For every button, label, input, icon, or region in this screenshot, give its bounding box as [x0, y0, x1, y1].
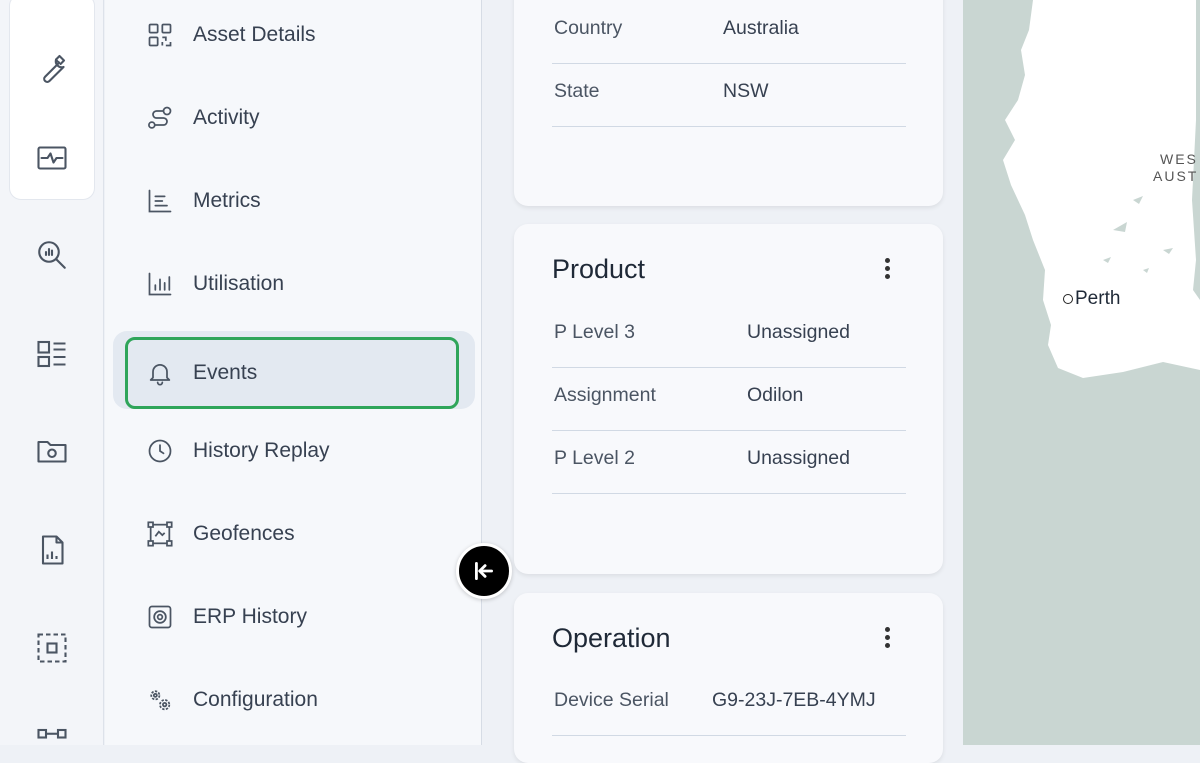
detail-key: Assignment	[554, 384, 656, 406]
operation-card: Operation Device Serial G9-23J-7EB-4YMJ	[514, 593, 943, 763]
nav-item-label: History Replay	[193, 439, 330, 462]
map-view[interactable]: WES AUST Perth	[963, 0, 1200, 745]
detail-key: Country	[554, 17, 623, 39]
nav-item-geofences[interactable]: Geofences	[125, 509, 465, 559]
location-card: Country Australia State NSW	[514, 0, 943, 206]
more-options-icon[interactable]	[877, 258, 897, 284]
detail-row: Country Australia	[552, 1, 906, 64]
icon-rail	[0, 0, 104, 745]
nav-item-label: Utilisation	[193, 272, 285, 295]
nav-item-history-replay[interactable]: History Replay	[125, 426, 465, 476]
nav-item-label: Metrics	[193, 189, 261, 212]
nav-item-activity[interactable]: Activity	[125, 93, 465, 143]
detail-value: Unassigned	[747, 447, 850, 469]
nav-item-metrics[interactable]: Metrics	[125, 176, 465, 226]
nav-item-label: ERP History	[193, 605, 307, 628]
more-options-icon[interactable]	[877, 627, 897, 653]
detail-value: G9-23J-7EB-4YMJ	[712, 689, 876, 711]
geofence-icon	[145, 519, 175, 549]
detail-key: State	[554, 80, 600, 102]
detail-value: Unassigned	[747, 321, 850, 343]
nav-item-erp-history[interactable]: ERP History	[125, 592, 465, 642]
search-analytics-icon[interactable]	[32, 235, 72, 275]
detail-row: State NSW	[552, 64, 906, 127]
clock-icon	[145, 436, 175, 466]
list-chart-icon	[145, 186, 175, 216]
product-card: Product P Level 3 Unassigned Assignment …	[514, 224, 943, 574]
activity-monitor-icon[interactable]	[32, 138, 72, 178]
nav-item-label: Events	[193, 361, 258, 384]
detail-row: Device Serial G9-23J-7EB-4YMJ	[552, 673, 906, 736]
selection-icon[interactable]	[32, 628, 72, 668]
asset-nav-panel: Asset Details Activity Metrics Utilisati…	[105, 0, 482, 745]
detail-value: Australia	[723, 17, 799, 39]
city-marker	[1063, 294, 1073, 304]
nav-item-events[interactable]: Events	[125, 337, 459, 409]
detail-value: NSW	[723, 80, 769, 102]
detail-key: P Level 3	[554, 321, 635, 343]
collapse-left-icon	[475, 562, 493, 580]
route-icon	[145, 103, 175, 133]
bar-chart-icon	[145, 269, 175, 299]
details-content: Country Australia State NSW Product P Le…	[483, 0, 963, 763]
nav-item-label: Configuration	[193, 688, 318, 711]
wrench-icon[interactable]	[32, 48, 72, 88]
detail-row: P Level 3 Unassigned	[552, 305, 906, 368]
nav-item-label: Geofences	[193, 522, 295, 545]
bell-icon	[145, 358, 175, 388]
nav-item-utilisation[interactable]: Utilisation	[125, 259, 465, 309]
nav-item-label: Asset Details	[193, 23, 316, 46]
card-title: Product	[552, 254, 646, 284]
report-icon[interactable]	[32, 530, 72, 570]
detail-row: P Level 2 Unassigned	[552, 431, 906, 494]
gears-icon	[145, 685, 175, 715]
nav-item-label: Activity	[193, 106, 260, 129]
detail-key: Device Serial	[554, 689, 669, 711]
nav-item-configuration[interactable]: Configuration	[125, 675, 465, 725]
nav-item-asset-details[interactable]: Asset Details	[125, 10, 465, 60]
city-label: Perth	[1075, 288, 1121, 309]
card-title: Operation	[552, 623, 671, 653]
detail-key: P Level 2	[554, 447, 635, 469]
connection-icon[interactable]	[32, 716, 72, 756]
qr-code-icon	[145, 20, 175, 50]
collapse-panel-button[interactable]	[456, 543, 512, 599]
erp-icon	[145, 602, 175, 632]
detail-value: Odilon	[747, 384, 804, 406]
map-region-label: WES AUST	[1153, 151, 1199, 184]
dashboard-icon[interactable]	[32, 334, 72, 374]
detail-row: Assignment Odilon	[552, 368, 906, 431]
folder-settings-icon[interactable]	[32, 431, 72, 471]
map-landmass	[1003, 0, 1200, 378]
